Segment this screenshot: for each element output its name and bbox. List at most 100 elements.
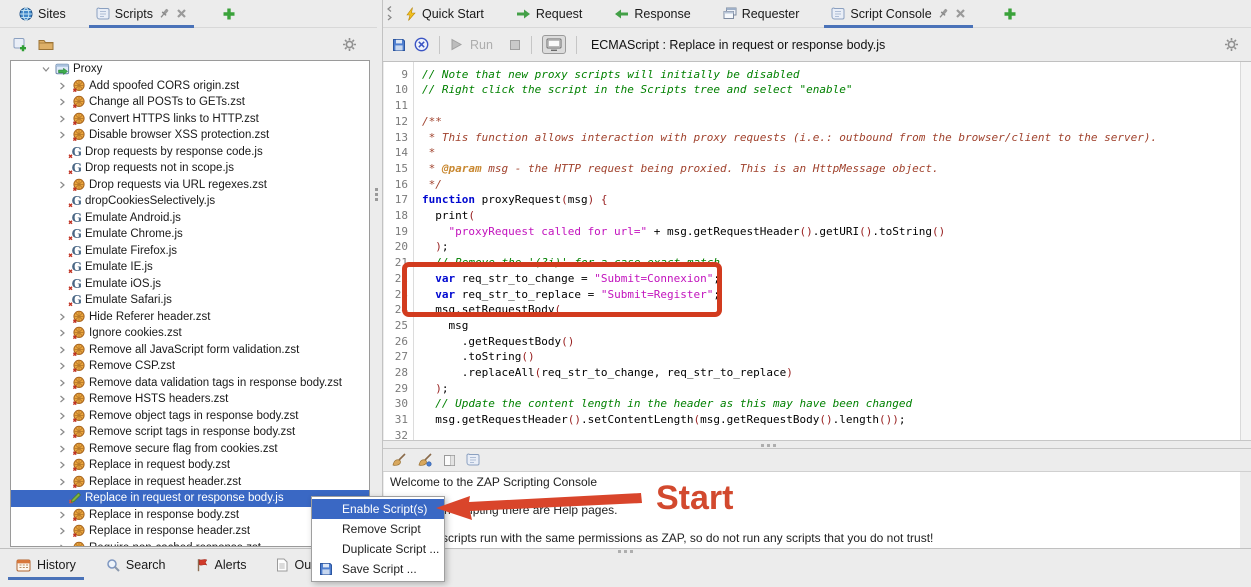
- bottom-tab-search[interactable]: Search: [98, 553, 174, 577]
- js-icon: G: [66, 260, 83, 274]
- zest-icon: [70, 425, 87, 439]
- chevron-right-icon[interactable]: [53, 362, 70, 370]
- tree-row-convert-https-links-to-http-zst[interactable]: Convert HTTPS links to HTTP.zst: [11, 111, 369, 128]
- tree-row-add-spoofed-cors-origin-zst[interactable]: Add spoofed CORS origin.zst: [11, 78, 369, 95]
- chevron-right-icon[interactable]: [53, 395, 70, 403]
- menu-item-duplicate-script[interactable]: Duplicate Script ...: [312, 539, 444, 559]
- tree-row-remove-csp-zst[interactable]: Remove CSP.zst: [11, 358, 369, 375]
- chevron-right-icon[interactable]: [53, 527, 70, 535]
- chevron-right-icon[interactable]: [53, 346, 70, 354]
- clear-console-icon[interactable]: [391, 453, 407, 467]
- run-button[interactable]: Run: [470, 38, 493, 52]
- code-scrollbar[interactable]: [1240, 62, 1251, 440]
- tree-row-emulate-ios-js[interactable]: GEmulate iOS.js: [11, 276, 369, 293]
- right-tab-request[interactable]: Request: [507, 0, 592, 28]
- script-output-icon[interactable]: [466, 453, 480, 467]
- tree-row-change-all-posts-to-gets-zst[interactable]: Change all POSTs to GETs.zst: [11, 94, 369, 111]
- panel-splitter-handle[interactable]: [375, 188, 378, 191]
- output-card-icon[interactable]: [443, 454, 456, 467]
- right-tab-response[interactable]: Response: [605, 0, 699, 28]
- stop-icon[interactable]: [509, 39, 521, 51]
- tree-row-proxy[interactable]: Proxy: [11, 61, 369, 78]
- tree-row-dropcookiesselectively-js[interactable]: GdropCookiesSelectively.js: [11, 193, 369, 210]
- tree-row-drop-requests-not-in-scope-js[interactable]: GDrop requests not in scope.js: [11, 160, 369, 177]
- tree-row-replace-in-request-header-zst[interactable]: Replace in request header.zst: [11, 474, 369, 491]
- tree-row-drop-requests-by-response-code-js[interactable]: GDrop requests by response code.js: [11, 144, 369, 161]
- console-splitter[interactable]: [383, 440, 1251, 449]
- js-icon: G: [66, 161, 83, 175]
- run-icon[interactable]: [450, 38, 462, 51]
- tree-row-emulate-ie-js[interactable]: GEmulate IE.js: [11, 259, 369, 276]
- close-icon[interactable]: [955, 8, 966, 19]
- gear-icon[interactable]: [1224, 37, 1239, 52]
- tree-row-replace-in-request-body-zst[interactable]: Replace in request body.zst: [11, 457, 369, 474]
- chevron-right-icon[interactable]: [53, 313, 70, 321]
- tree-row-remove-script-tags-in-response-body-zst[interactable]: Remove script tags in response body.zst: [11, 424, 369, 441]
- chevron-right-icon[interactable]: [53, 329, 70, 337]
- tree-row-label: Add spoofed CORS origin.zst: [89, 80, 239, 92]
- right-tab-script-console[interactable]: Script Console: [822, 0, 974, 28]
- bottom-splitter-handle[interactable]: [618, 550, 621, 553]
- bottom-tabbar: HistorySearchAlertsOutput: [0, 548, 1251, 587]
- right-tab-quick-start[interactable]: Quick Start: [396, 0, 493, 28]
- scripts-tree[interactable]: Proxy Add spoofed CORS origin.zst Change a…: [10, 60, 370, 547]
- tree-row-remove-hsts-headers-zst[interactable]: Remove HSTS headers.zst: [11, 391, 369, 408]
- tree-row-remove-data-validation-tags-in-response-body-zst[interactable]: Remove data validation tags in response …: [11, 375, 369, 392]
- chevron-right-icon[interactable]: [53, 544, 70, 547]
- chevron-right-icon[interactable]: [53, 428, 70, 436]
- left-tab-scripts[interactable]: Scripts: [87, 0, 196, 28]
- chevron-right-icon[interactable]: [53, 131, 70, 139]
- chevron-right-icon[interactable]: [53, 461, 70, 469]
- line-number: 20: [384, 239, 414, 255]
- chevron-right-icon[interactable]: [53, 478, 70, 486]
- console-view-button[interactable]: [542, 35, 566, 54]
- tree-row-emulate-chrome-js[interactable]: GEmulate Chrome.js: [11, 226, 369, 243]
- tree-row-remove-object-tags-in-response-body-zst[interactable]: Remove object tags in response body.zst: [11, 408, 369, 425]
- right-tab-requester[interactable]: Requester: [714, 0, 809, 28]
- cancel-icon[interactable]: [414, 37, 429, 52]
- toolbar-separator: [531, 36, 532, 54]
- open-folder-icon[interactable]: [38, 38, 54, 51]
- chevron-right-icon[interactable]: [53, 379, 70, 387]
- chevron-right-icon[interactable]: [53, 445, 70, 453]
- gear-icon[interactable]: [342, 37, 357, 52]
- menu-item-remove-script[interactable]: Remove Script: [312, 519, 444, 539]
- close-icon[interactable]: [176, 8, 187, 19]
- tree-row-ignore-cookies-zst[interactable]: Ignore cookies.zst: [11, 325, 369, 342]
- pin-icon[interactable]: [937, 7, 950, 20]
- tree-row-disable-browser-xss-protection-zst[interactable]: Disable browser XSS protection.zst: [11, 127, 369, 144]
- pin-icon[interactable]: [158, 7, 171, 20]
- zest-icon: [70, 524, 87, 538]
- chevron-right-icon[interactable]: [53, 115, 70, 123]
- tree-row-label: Replace in request or response body.js: [85, 492, 284, 504]
- line-number: 14: [384, 145, 414, 161]
- chevron-down-icon[interactable]: [37, 65, 54, 73]
- add-tab-button[interactable]: [222, 7, 236, 21]
- left-tab-sites[interactable]: Sites: [10, 0, 75, 28]
- clear-on-run-icon[interactable]: [417, 453, 433, 467]
- chevron-right-icon[interactable]: [53, 98, 70, 106]
- bottom-tab-alerts[interactable]: Alerts: [188, 553, 255, 577]
- tree-row-remove-secure-flag-from-cookies-zst[interactable]: Remove secure flag from cookies.zst: [11, 441, 369, 458]
- tree-row-emulate-android-js[interactable]: GEmulate Android.js: [11, 210, 369, 227]
- tree-row-emulate-safari-js[interactable]: GEmulate Safari.js: [11, 292, 369, 309]
- tree-row-remove-all-javascript-form-validation-zst[interactable]: Remove all JavaScript form validation.zs…: [11, 342, 369, 359]
- menu-item-enable-script-s[interactable]: Enable Script(s): [312, 499, 444, 519]
- tree-row-label: Replace in request body.zst: [89, 459, 230, 471]
- line-number: 9: [384, 67, 414, 83]
- tab-scroll-icon[interactable]: [385, 5, 394, 22]
- menu-item-save-script[interactable]: Save Script ...: [312, 559, 444, 579]
- code-editor[interactable]: 89// Note that new proxy scripts will in…: [384, 62, 1240, 440]
- chevron-right-icon[interactable]: [53, 82, 70, 90]
- chevron-right-icon[interactable]: [53, 412, 70, 420]
- tree-row-emulate-firefox-js[interactable]: GEmulate Firefox.js: [11, 243, 369, 260]
- bottom-tab-history[interactable]: History: [8, 553, 84, 577]
- tree-row-hide-referer-header-zst[interactable]: Hide Referer header.zst: [11, 309, 369, 326]
- js-icon: G: [66, 145, 83, 159]
- tree-row-drop-requests-via-url-regexes-zst[interactable]: Drop requests via URL regexes.zst: [11, 177, 369, 194]
- chevron-right-icon[interactable]: [53, 181, 70, 189]
- chevron-right-icon[interactable]: [53, 511, 70, 519]
- new-script-icon[interactable]: [12, 37, 27, 52]
- add-tab-button[interactable]: [1003, 7, 1017, 21]
- save-icon[interactable]: [392, 38, 406, 52]
